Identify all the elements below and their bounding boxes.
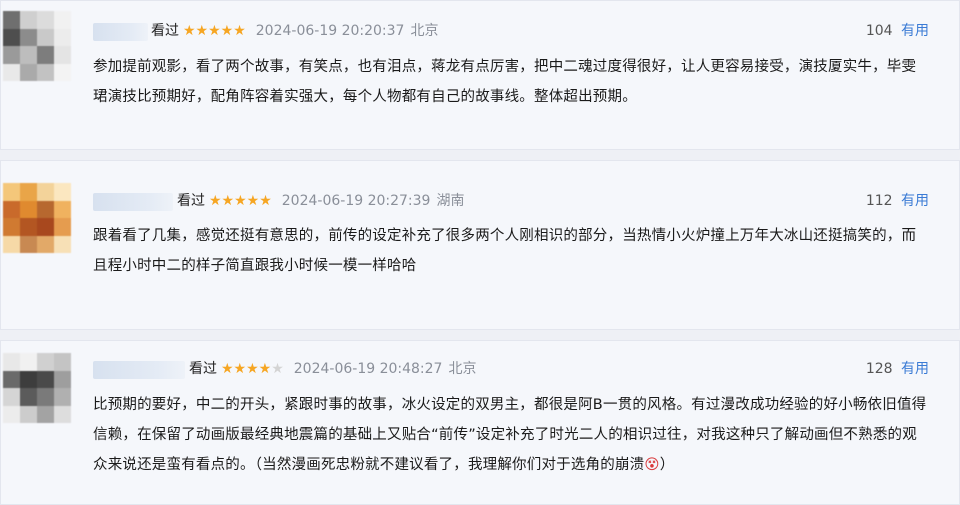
review-datetime: 2024-06-19 20:48:27 [293,361,443,377]
avatar-pixel [3,11,20,29]
avatar-pixel [3,235,20,253]
avatar-pixel [54,405,71,423]
review-text: 参加提前观影，看了两个故事，有笑点，也有泪点，蒋龙有点厉害，把中二魂过度得很好，… [93,59,917,105]
avatar-pixel [54,388,71,406]
useful-count: 104 [865,23,893,39]
avatar-pixel [20,353,37,371]
avatar-pixel [20,235,37,253]
dizzy-face-emoji-icon: 😵 [644,457,660,473]
avatar-pixel [3,405,20,423]
avatar-pixel [54,200,71,218]
avatar-pixel [20,218,37,236]
avatar[interactable] [3,353,71,423]
avatar-pixel [37,218,54,236]
avatar-pixel [37,405,54,423]
avatar-pixel [20,200,37,218]
review-location: 北京 [410,23,439,39]
avatar-pixel [54,353,71,371]
useful-vote: 112 有用 [866,191,929,211]
avatar-pixel [54,46,71,64]
username-blurred[interactable] [93,361,185,379]
stars-filled: ★★★★★ [183,23,246,39]
review-text: 跟着看了几集，感觉还挺有意思的，前传的设定补充了很多两个人刚相识的部分，当热情小… [93,228,917,274]
avatar-pixel [54,63,71,81]
watched-label: 看过 [151,23,179,39]
avatar-pixel [37,28,54,46]
review-text-end: ） [659,457,675,473]
avatar-pixel [37,370,54,388]
review-card: 看过 ★★★★★ 2024-06-19 20:27:39 湖南 112 有用 跟… [0,160,960,330]
avatar-pixel [3,63,20,81]
username-blurred[interactable] [93,193,173,211]
useful-button[interactable]: 有用 [901,193,929,209]
useful-button[interactable]: 有用 [901,361,929,377]
avatar-pixel [37,11,54,29]
username-blurred[interactable] [93,23,148,41]
avatar-pixel [20,11,37,29]
stars-filled: ★★★★★ [209,193,272,209]
avatar-pixel [20,183,37,201]
stars-empty: ★ [271,361,284,377]
avatar-pixel [37,200,54,218]
review-card: 看过 ★★★★★ 2024-06-19 20:20:37 北京 104 有用 参… [0,0,960,150]
review-datetime: 2024-06-19 20:20:37 [255,23,405,39]
useful-count: 128 [865,361,893,377]
avatar-pixel [3,46,20,64]
avatar-pixel [37,388,54,406]
review-meta: 看过 ★★★★★ 2024-06-19 20:27:39 湖南 [177,191,464,211]
avatar-pixel [20,46,37,64]
avatar-pixel [3,28,20,46]
avatar-pixel [37,46,54,64]
avatar-pixel [3,218,20,236]
review-location: 北京 [448,361,477,377]
avatar-pixel [54,183,71,201]
avatar-pixel [37,353,54,371]
review-card: 看过 ★★★★★ 2024-06-19 20:48:27 北京 128 有用 比… [0,340,960,505]
star-rating: ★★★★★ [183,21,246,41]
review-meta: 看过 ★★★★★ 2024-06-19 20:20:37 北京 [151,21,438,41]
review-text: 比预期的要好，中二的开头，紧跟时事的故事，冰火设定的双男主，都很是阿B一贯的风格… [93,390,927,480]
avatar-pixel [3,370,20,388]
avatar-pixel [20,405,37,423]
review-text-body: 比预期的要好，中二的开头，紧跟时事的故事，冰火设定的双男主，都很是阿B一贯的风格… [93,397,927,473]
watched-label: 看过 [177,193,205,209]
useful-vote: 104 有用 [866,21,929,41]
avatar-pixel [3,183,20,201]
avatar[interactable] [3,11,71,81]
avatar[interactable] [3,183,71,253]
review-location: 湖南 [436,193,465,209]
avatar-pixel [20,28,37,46]
avatar-pixel [3,200,20,218]
avatar-pixel [54,218,71,236]
avatar-pixel [20,63,37,81]
avatar-pixel [37,183,54,201]
avatar-pixel [20,388,37,406]
useful-vote: 128 有用 [866,359,929,379]
stars-filled: ★★★★ [221,361,272,377]
useful-count: 112 [865,193,893,209]
avatar-pixel [54,370,71,388]
star-rating: ★★★★★ [221,359,284,379]
watched-label: 看过 [189,361,217,377]
review-meta: 看过 ★★★★★ 2024-06-19 20:48:27 北京 [189,359,476,379]
star-rating: ★★★★★ [209,191,272,211]
avatar-pixel [3,353,20,371]
avatar-pixel [54,11,71,29]
useful-button[interactable]: 有用 [901,23,929,39]
avatar-pixel [37,63,54,81]
avatar-pixel [37,235,54,253]
avatar-pixel [54,235,71,253]
avatar-pixel [54,28,71,46]
avatar-pixel [3,388,20,406]
review-datetime: 2024-06-19 20:27:39 [281,193,431,209]
avatar-pixel [20,370,37,388]
